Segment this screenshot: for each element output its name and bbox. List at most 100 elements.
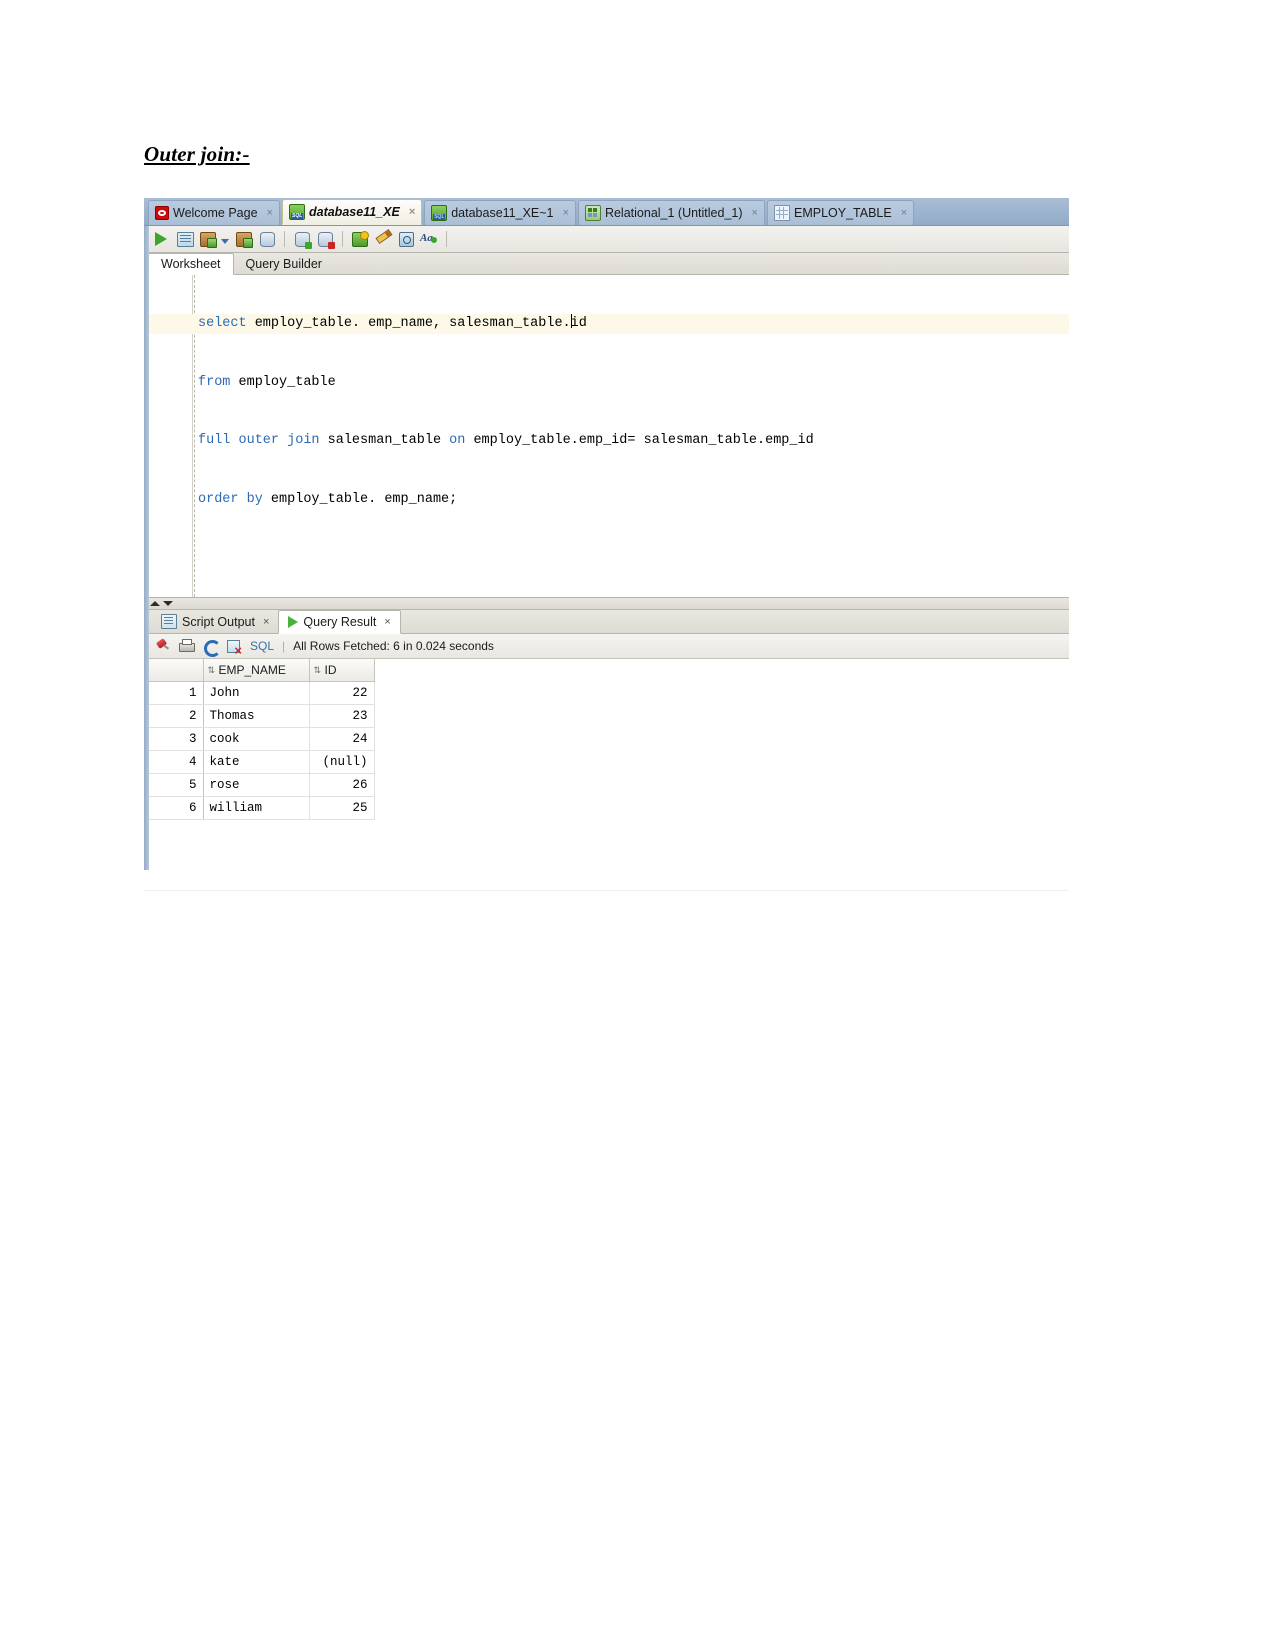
cell-emp-name[interactable]: Thomas	[203, 704, 310, 728]
tab-query-result[interactable]: Query Result ×	[278, 610, 401, 634]
sql-developer-window: Welcome Page × database11_XE × database1…	[144, 198, 1069, 891]
sql-keyword: full outer join	[198, 433, 320, 448]
print-icon[interactable]	[178, 638, 195, 654]
script-output-icon	[161, 614, 177, 629]
row-number: 2	[144, 704, 204, 728]
sql-keyword: from	[198, 374, 231, 390]
collapse-down-icon[interactable]	[163, 601, 173, 606]
cell-id[interactable]: 24	[309, 727, 375, 751]
table-row[interactable]: 6 william 25	[144, 796, 375, 820]
tab-relational-1-untitled-1[interactable]: Relational_1 (Untitled_1) ×	[577, 200, 765, 225]
rollback-button[interactable]	[315, 229, 335, 249]
cell-emp-name[interactable]: kate	[203, 750, 310, 774]
row-number: 3	[144, 727, 204, 751]
run-script-button[interactable]	[175, 229, 195, 249]
commit-button[interactable]	[292, 229, 312, 249]
sql-history-button[interactable]	[396, 229, 416, 249]
cancel-icon[interactable]	[226, 638, 242, 657]
worksheet-toolbar: Aa	[144, 226, 1069, 253]
table-icon	[773, 205, 790, 221]
refresh-icon[interactable]	[202, 638, 221, 657]
sql-text: id	[570, 316, 587, 331]
cell-emp-name[interactable]: william	[203, 796, 310, 820]
toolbar-separator	[284, 231, 285, 247]
query-result-grid[interactable]: ⇅ EMP_NAME ⇅ ID 1 John 22 2 Thomas 23 3 …	[144, 659, 1069, 890]
page-title: Outer join:-	[144, 142, 250, 166]
grid-empty-area	[144, 820, 1069, 890]
tab-label: EMPLOY_TABLE	[793, 206, 892, 220]
row-number: 6	[144, 796, 204, 820]
close-icon[interactable]: ×	[750, 207, 760, 219]
tab-welcome-page[interactable]: Welcome Page ×	[148, 200, 280, 225]
close-icon[interactable]: ×	[263, 616, 269, 628]
tab-database11-xe[interactable]: database11_XE ×	[281, 199, 423, 225]
sql-keyword: order by	[198, 491, 263, 507]
cell-id[interactable]: 26	[309, 773, 375, 797]
tab-script-output[interactable]: Script Output ×	[152, 610, 278, 633]
table-row[interactable]: 2 Thomas 23	[144, 704, 375, 728]
tab-worksheet[interactable]: Worksheet	[148, 253, 234, 275]
cell-id[interactable]: 25	[309, 796, 375, 820]
autotrace-button[interactable]	[234, 229, 254, 249]
results-toolbar: SQL | All Rows Fetched: 6 in 0.024 secon…	[144, 634, 1069, 659]
sort-icon: ⇅	[313, 665, 322, 675]
cell-id[interactable]: (null)	[309, 750, 375, 774]
close-icon[interactable]: ×	[384, 616, 390, 628]
sql-tuning-button[interactable]	[257, 229, 277, 249]
sql-text: employ_table	[230, 374, 336, 390]
explain-plan-button[interactable]	[198, 229, 218, 249]
row-number: 5	[144, 773, 204, 797]
results-tab-row: Script Output × Query Result ×	[144, 610, 1069, 634]
tab-employ-table[interactable]: EMPLOY_TABLE ×	[766, 200, 915, 225]
tab-label: database11_XE	[308, 205, 400, 219]
cell-emp-name[interactable]: cook	[203, 727, 310, 751]
font-aa-button[interactable]: Aa	[419, 229, 439, 249]
table-row[interactable]: 5 rose 26	[144, 773, 375, 797]
panel-splitter[interactable]	[144, 598, 1069, 610]
toolbar-separator	[342, 231, 343, 247]
code-line-1: select employ_table. emp_name, salesman_…	[144, 314, 1069, 334]
query-result-play-icon	[288, 616, 299, 628]
column-header-id[interactable]: ⇅ ID	[308, 659, 375, 682]
database-sql-icon	[431, 205, 448, 221]
column-header-emp-name[interactable]: ⇅ EMP_NAME	[202, 659, 310, 682]
sql-label[interactable]: SQL	[250, 639, 274, 653]
close-icon[interactable]: ×	[265, 207, 275, 219]
grid-corner-header[interactable]	[144, 659, 204, 682]
table-row[interactable]: 1 John 22	[144, 681, 375, 705]
toolbar-separator	[446, 231, 447, 247]
row-number: 4	[144, 750, 204, 774]
database-sql-icon	[288, 204, 305, 220]
code-line-2: from employ_table	[198, 373, 1069, 393]
collapse-up-icon[interactable]	[150, 601, 160, 606]
oracle-icon	[155, 206, 169, 220]
code-line-4: order by employ_table. emp_name;	[198, 490, 1069, 510]
row-number: 1	[144, 681, 204, 705]
unshared-worksheet-button[interactable]	[350, 229, 370, 249]
close-icon[interactable]: ×	[407, 206, 417, 218]
editor-tab-strip: Welcome Page × database11_XE × database1…	[144, 198, 1069, 226]
tab-label: Relational_1 (Untitled_1)	[604, 206, 743, 220]
run-statement-button[interactable]	[152, 229, 172, 249]
tab-query-builder[interactable]: Query Builder	[234, 253, 334, 274]
chevron-down-icon[interactable]	[221, 238, 229, 244]
clear-button[interactable]	[373, 229, 393, 249]
code-line-3: full outer join salesman_table on employ…	[198, 431, 1069, 451]
cell-emp-name[interactable]: rose	[203, 773, 310, 797]
close-icon[interactable]: ×	[899, 207, 909, 219]
column-label: ID	[324, 663, 337, 677]
tab-label: Worksheet	[161, 257, 221, 271]
tab-database11-xe-1[interactable]: database11_XE~1 ×	[424, 200, 576, 225]
sql-code[interactable]: select employ_table. emp_name, salesman_…	[144, 275, 1069, 548]
tab-label: database11_XE~1	[451, 206, 554, 220]
sql-editor[interactable]: select employ_table. emp_name, salesman_…	[144, 275, 1069, 598]
cell-id[interactable]: 23	[309, 704, 375, 728]
sql-text: employ_table.emp_id= salesman_table.emp_…	[465, 433, 814, 448]
close-icon[interactable]: ×	[561, 207, 571, 219]
cell-emp-name[interactable]: John	[203, 681, 310, 705]
pin-icon[interactable]	[154, 638, 170, 654]
table-row[interactable]: 3 cook 24	[144, 727, 375, 751]
sql-keyword: select	[198, 316, 247, 331]
cell-id[interactable]: 22	[309, 681, 375, 705]
table-row[interactable]: 4 kate (null)	[144, 750, 375, 774]
